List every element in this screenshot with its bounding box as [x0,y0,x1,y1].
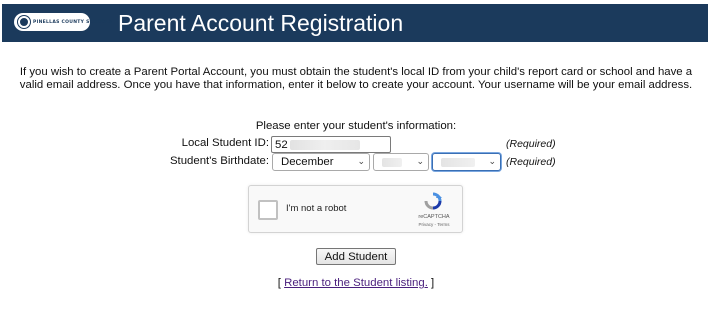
birth-day-select[interactable]: ⌄ [373,153,429,171]
redacted-day [382,157,402,167]
chevron-down-icon: ⌄ [357,156,365,166]
intro-text: If you wish to create a Parent Portal Ac… [19,66,693,91]
student-id-required-note: (Required) [506,138,556,150]
redacted-year [441,157,475,167]
open-bracket: [ [277,277,281,289]
birth-year-select[interactable]: ⌄ [432,153,501,171]
return-to-student-listing-link[interactable]: Return to the Student listing. [284,277,428,289]
recaptcha-icon [424,192,442,210]
birthdate-row: Student's Birthdate: December ⌄ ⌄ ⌄ (Req… [0,153,712,171]
recaptcha-checkbox[interactable] [258,200,278,220]
seal-icon [18,16,30,28]
birthdate-label: Student's Birthdate: [169,155,269,167]
student-id-value: 52 [275,138,288,151]
birthdate-required-note: (Required) [506,156,556,168]
page-title: Parent Account Registration [118,10,404,36]
recaptcha-privacy-terms[interactable]: Privacy - Terms [409,222,459,227]
recaptcha-label: I'm not a robot [286,203,347,214]
student-id-input[interactable]: 52 [271,136,391,153]
birth-month-select[interactable]: December ⌄ [272,153,370,171]
return-link-row: [ Return to the Student listing. ] [0,277,712,289]
student-id-label: Local Student ID: [181,137,269,149]
chevron-down-icon: ⌄ [488,156,496,166]
chevron-down-icon: ⌄ [416,156,424,166]
logo-text: PINELLAS COUNTY SCHOOLS [33,19,113,25]
page-header: PINELLAS COUNTY SCHOOLS Parent Account R… [2,4,708,42]
form-prompt: Please enter your student's information: [255,120,457,132]
close-bracket: ] [431,277,435,289]
recaptcha-brand: reCAPTCHA [418,214,450,220]
birth-month-value: December [281,156,334,168]
redacted-id-digits [289,139,360,150]
recaptcha-widget: I'm not a robot reCAPTCHA Privacy - Term… [248,185,463,233]
student-id-row: Local Student ID: 52 (Required) [0,136,712,154]
add-student-button[interactable]: Add Student [316,248,396,265]
district-logo: PINELLAS COUNTY SCHOOLS [14,13,112,31]
